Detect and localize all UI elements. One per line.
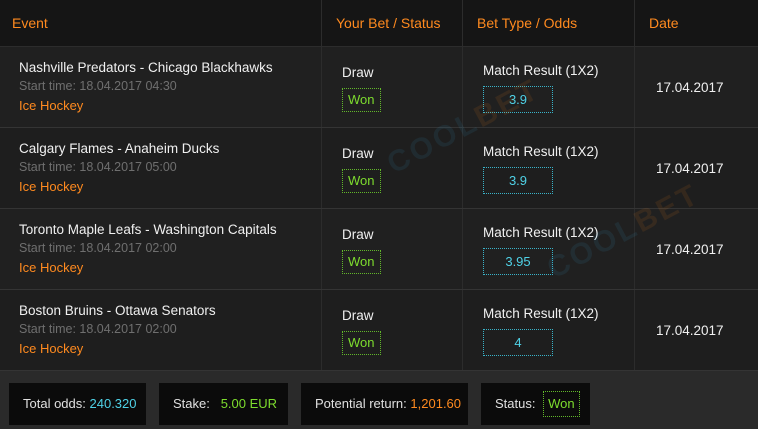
odds-value: 3.9: [483, 167, 553, 194]
table-header: Event Your Bet / Status Bet Type / Odds …: [0, 0, 758, 47]
bet-cell: Draw Won: [322, 209, 463, 289]
bet-pick: Draw: [342, 65, 374, 80]
start-time: Start time: 18.04.2017 02:00: [19, 322, 177, 336]
odds-value: 3.95: [483, 248, 553, 275]
event-cell: Nashville Predators - Chicago Blackhawks…: [0, 47, 322, 127]
type-cell: Match Result (1X2) 3.95: [463, 209, 635, 289]
sport-label: Ice Hockey: [19, 98, 84, 113]
market-name: Match Result (1X2): [483, 144, 599, 159]
start-time: Start time: 18.04.2017 04:30: [19, 79, 177, 93]
bet-cell: Draw Won: [322, 290, 463, 370]
total-odds-label: Total odds:: [23, 396, 86, 411]
bet-cell: Draw Won: [322, 128, 463, 208]
bet-pick: Draw: [342, 308, 374, 323]
start-time: Start time: 18.04.2017 02:00: [19, 241, 177, 255]
header-bet-status: Your Bet / Status: [322, 0, 463, 46]
type-cell: Match Result (1X2) 4: [463, 290, 635, 370]
status-badge: Won: [543, 391, 580, 417]
stake-label: Stake:: [173, 396, 210, 411]
market-name: Match Result (1X2): [483, 63, 599, 78]
status-box: Status: Won: [481, 383, 590, 425]
sport-label: Ice Hockey: [19, 260, 84, 275]
event-cell: Boston Bruins - Ottawa Senators Start ti…: [0, 290, 322, 370]
date-cell: 17.04.2017: [656, 80, 724, 95]
bet-details-table: Event Your Bet / Status Bet Type / Odds …: [0, 0, 758, 371]
date-cell: 17.04.2017: [656, 161, 724, 176]
match-name: Calgary Flames - Anaheim Ducks: [19, 141, 220, 156]
status-badge: Won: [342, 169, 381, 193]
date-cell: 17.04.2017: [656, 323, 724, 338]
match-name: Nashville Predators - Chicago Blackhawks: [19, 60, 273, 75]
header-date: Date: [649, 15, 679, 31]
event-cell: Toronto Maple Leafs - Washington Capital…: [0, 209, 322, 289]
status-badge: Won: [342, 88, 381, 112]
stake-value: 5.00 EUR: [220, 396, 278, 411]
bet-cell: Draw Won: [322, 47, 463, 127]
odds-value: 3.9: [483, 86, 553, 113]
stake-box: Stake: 5.00 EUR: [159, 383, 288, 425]
type-cell: Match Result (1X2) 3.9: [463, 128, 635, 208]
date-cell: 17.04.2017: [656, 242, 724, 257]
start-time: Start time: 18.04.2017 05:00: [19, 160, 177, 174]
potential-return-label: Potential return:: [315, 396, 407, 411]
sport-label: Ice Hockey: [19, 341, 84, 356]
table-row: Calgary Flames - Anaheim Ducks Start tim…: [0, 128, 758, 209]
potential-return-box: Potential return: 1,201.60: [301, 383, 468, 425]
table-row: Nashville Predators - Chicago Blackhawks…: [0, 47, 758, 128]
bet-summary-footer: Total odds: 240.320 Stake: 5.00 EUR Pote…: [0, 371, 758, 429]
match-name: Toronto Maple Leafs - Washington Capital…: [19, 222, 277, 237]
header-type-odds: Bet Type / Odds: [463, 0, 635, 46]
market-name: Match Result (1X2): [483, 306, 599, 321]
bet-pick: Draw: [342, 227, 374, 242]
total-odds-box: Total odds: 240.320: [9, 383, 146, 425]
status-label: Status:: [495, 396, 536, 411]
total-odds-value: 240.320: [89, 396, 137, 411]
status-badge: Won: [342, 331, 381, 355]
odds-value: 4: [483, 329, 553, 356]
market-name: Match Result (1X2): [483, 225, 599, 240]
table-row: Boston Bruins - Ottawa Senators Start ti…: [0, 290, 758, 371]
sport-label: Ice Hockey: [19, 179, 84, 194]
match-name: Boston Bruins - Ottawa Senators: [19, 303, 216, 318]
potential-return-value: 1,201.60: [410, 396, 462, 411]
type-cell: Match Result (1X2) 3.9: [463, 47, 635, 127]
event-cell: Calgary Flames - Anaheim Ducks Start tim…: [0, 128, 322, 208]
header-event: Event: [0, 0, 322, 46]
bet-pick: Draw: [342, 146, 374, 161]
table-row: Toronto Maple Leafs - Washington Capital…: [0, 209, 758, 290]
status-badge: Won: [342, 250, 381, 274]
